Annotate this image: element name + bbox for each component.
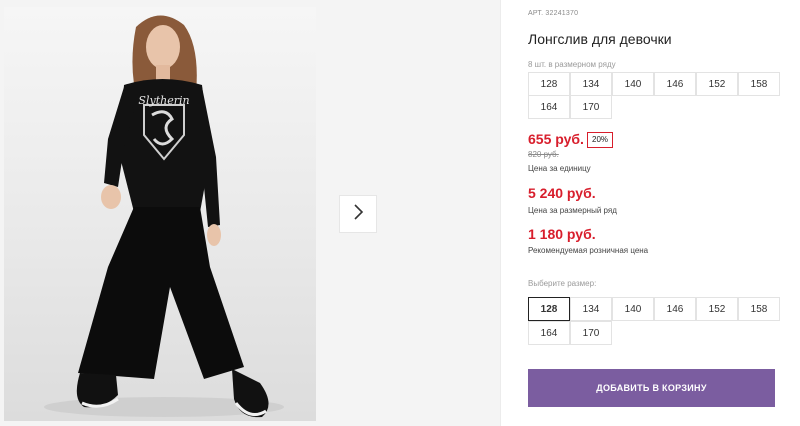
size-option[interactable]: 164 (528, 321, 570, 345)
column-divider (500, 0, 501, 426)
size-option[interactable]: 146 (654, 297, 696, 321)
size-option[interactable]: 134 (570, 297, 612, 321)
product-gallery: Slytherin (0, 0, 500, 426)
pack-size-cell: 134 (570, 72, 612, 96)
add-to-cart-button[interactable]: ДОБАВИТЬ В КОРЗИНУ (528, 369, 775, 407)
product-title: Лонгслив для девочки (528, 31, 672, 47)
product-photo: Slytherin (4, 7, 316, 421)
pack-size-cell: 146 (654, 72, 696, 96)
pack-price: 5 240 руб. (528, 185, 596, 201)
svg-text:Slytherin: Slytherin (138, 94, 189, 107)
pack-size-cell: 164 (528, 95, 570, 119)
pack-size-cell: 128 (528, 72, 570, 96)
pack-size-cell: 152 (696, 72, 738, 96)
size-option[interactable]: 152 (696, 297, 738, 321)
size-option-selected[interactable]: 128 (528, 297, 570, 321)
chevron-right-icon (352, 203, 364, 225)
pack-size-cell: 170 (570, 95, 612, 119)
size-option[interactable]: 170 (570, 321, 612, 345)
unit-price-label: Цена за единицу (528, 164, 591, 173)
retail-price-label: Рекомендуемая розничная цена (528, 246, 649, 255)
retail-price: 1 180 руб. (528, 226, 596, 242)
unit-price: 655 руб. (528, 131, 584, 147)
old-price: 820 руб. (528, 150, 559, 159)
pack-size-cell: 158 (738, 72, 780, 96)
choose-size-caption: Выберите размер: (528, 279, 597, 288)
discount-badge: 20% (587, 132, 614, 148)
pack-caption: 8 шт. в размерном ряду (528, 60, 616, 69)
pack-size-cell: 140 (612, 72, 654, 96)
gallery-next-button[interactable] (339, 195, 377, 233)
product-photo-illustration: Slytherin (44, 15, 284, 418)
product-sku: АРТ. 32241370 (528, 10, 579, 17)
size-option[interactable]: 140 (612, 297, 654, 321)
size-option[interactable]: 158 (738, 297, 780, 321)
pack-price-label: Цена за размерный ряд (528, 206, 617, 215)
